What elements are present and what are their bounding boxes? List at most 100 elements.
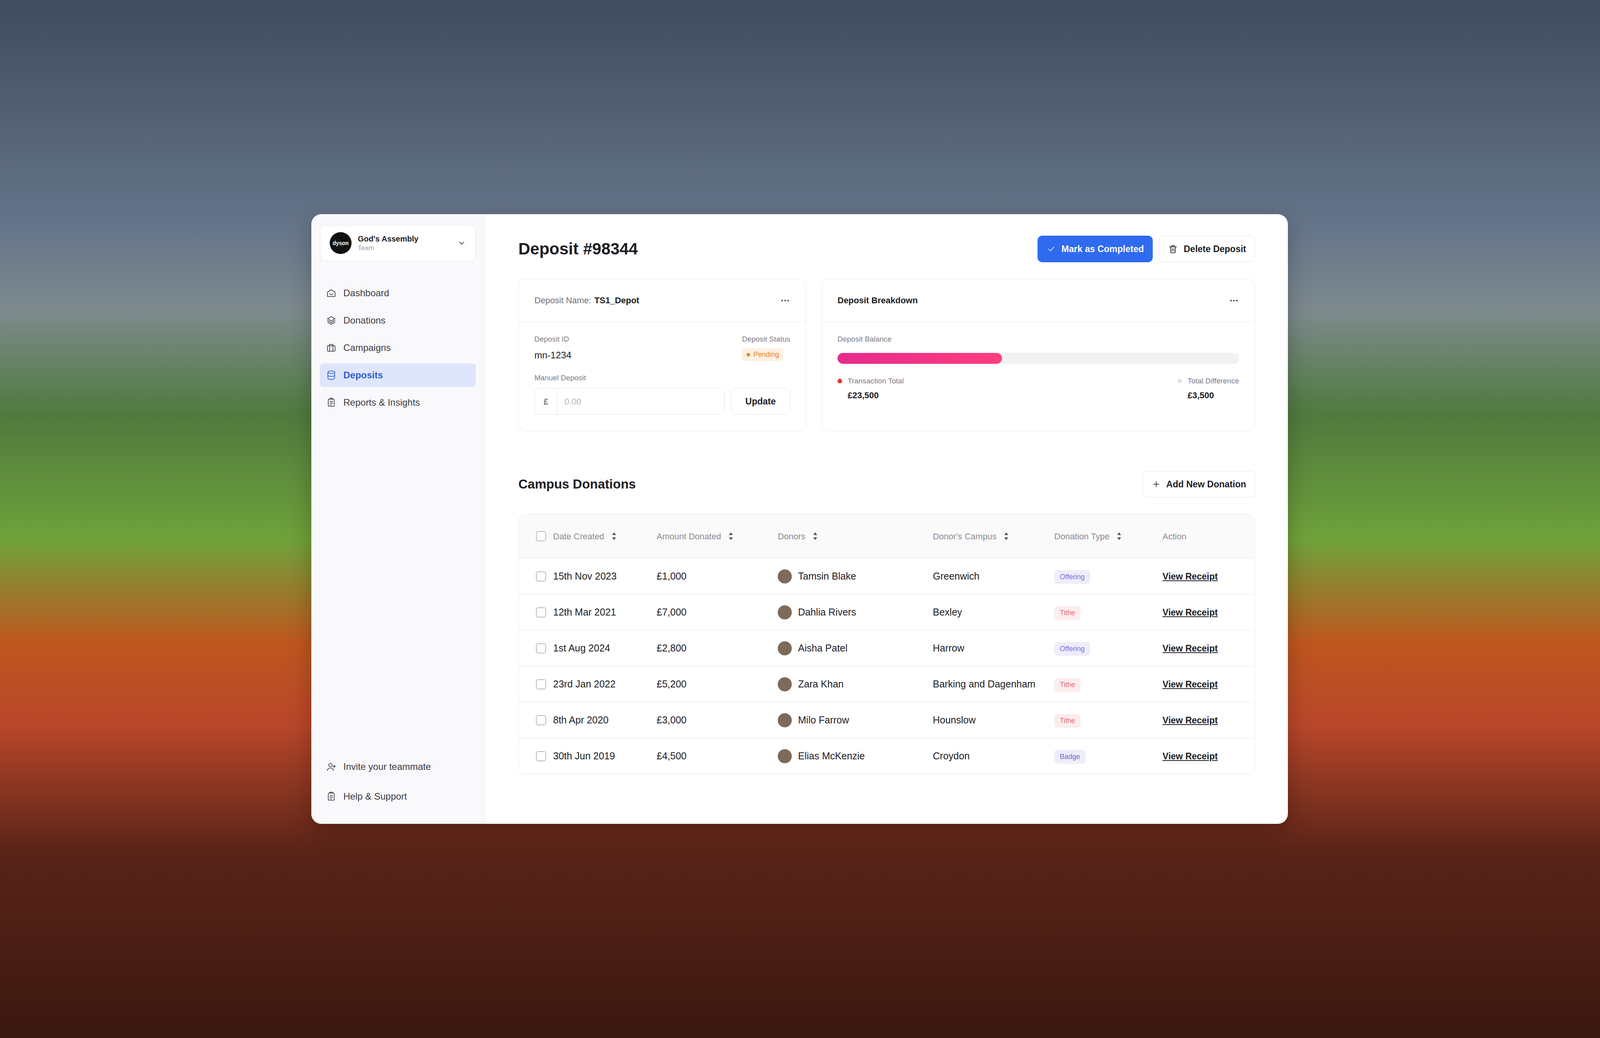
- amount-input[interactable]: [557, 388, 725, 415]
- update-button[interactable]: Update: [730, 387, 791, 415]
- balance-bar: [837, 352, 1240, 364]
- view-receipt-link[interactable]: View Receipt: [1162, 750, 1218, 761]
- background-photo: dysonGod's AssemblyTeam Dashboard Donation…: [0, 0, 1600, 1038]
- column-header[interactable]: Donor's Campus: [932, 529, 1055, 543]
- column-header[interactable]: Amount Donated: [656, 529, 778, 543]
- table-row[interactable]: 12th Mar 2021£7,000Dahlia RiversBexleyTi…: [518, 593, 1255, 630]
- deposit-info-row: Deposit ID mn-1234 Deposit StatusPending: [534, 333, 791, 363]
- sort-icon[interactable]: [1003, 531, 1009, 541]
- type-badge: Tithe: [1054, 605, 1081, 620]
- sort-icon[interactable]: [1116, 531, 1122, 541]
- table-row[interactable]: 23rd Jan 2022£5,200Zara KhanBarking and …: [518, 665, 1255, 702]
- deposit-id-value: mn-1234: [534, 348, 572, 363]
- table-row[interactable]: 15th Nov 2023£1,000Tamsin BlakeGreenwich…: [518, 557, 1255, 594]
- breakdown-card-body: Deposit BalanceTransaction Total£23,500T…: [821, 321, 1255, 414]
- layers-icon: [326, 315, 337, 326]
- action-cell: View Receipt: [1162, 568, 1255, 584]
- view-receipt-link[interactable]: View Receipt: [1162, 678, 1218, 690]
- team-switcher[interactable]: dysonGod's AssemblyTeam: [319, 225, 476, 261]
- table-row[interactable]: 1st Aug 2024£2,800Aisha PatelHarrowOffer…: [518, 629, 1255, 666]
- column-header: Action: [1162, 529, 1255, 543]
- date-cell: 15th Nov 2023: [535, 568, 657, 584]
- sort-icon[interactable]: [812, 531, 818, 541]
- sidebar-item[interactable]: Reports & Insights: [319, 390, 476, 415]
- legend-value: £23,500: [837, 388, 904, 402]
- donor-cell: Tamsin Blake: [777, 568, 933, 584]
- legend-label: Total Difference: [1187, 375, 1240, 387]
- database-icon: [326, 369, 337, 381]
- sidebar-footer-item[interactable]: Invite your teammate: [319, 754, 476, 779]
- donor-avatar: [777, 641, 792, 656]
- deposit-card: Deposit Name:TS1_DepotDeposit IDmn-1234D…: [518, 278, 807, 431]
- sidebar-item[interactable]: Dashboard: [319, 281, 476, 305]
- sidebar-item[interactable]: Donations: [319, 308, 476, 333]
- breakdown-card: Deposit BreakdownDeposit BalanceTransact…: [821, 278, 1256, 431]
- main-content: Deposit #98344Mark as CompletedDelete De…: [484, 214, 1288, 824]
- donor-avatar: [777, 748, 792, 763]
- sort-icon[interactable]: [728, 531, 734, 541]
- legend-item: Transaction Total£23,500: [837, 375, 904, 402]
- date-cell: 8th Apr 2020: [535, 712, 657, 728]
- type-cell: Badge: [1054, 748, 1163, 764]
- column-label: Amount Donated: [656, 529, 722, 543]
- row-checkbox[interactable]: [535, 678, 547, 690]
- row-checkbox[interactable]: [535, 607, 547, 618]
- sidebar-item[interactable]: Campaigns: [319, 335, 476, 360]
- table-row[interactable]: 30th Jun 2019£4,500Elias McKenzieCroydon…: [518, 737, 1255, 774]
- type-badge: Tithe: [1054, 713, 1081, 728]
- currency-prefix: £: [534, 388, 558, 415]
- sidebar-label: Dashboard: [343, 285, 390, 300]
- row-checkbox[interactable]: [535, 714, 547, 725]
- more-icon[interactable]: [1228, 295, 1240, 306]
- column-header[interactable]: Date Created: [535, 529, 657, 543]
- type-badge: Offering: [1054, 641, 1091, 656]
- column-header[interactable]: Donation Type: [1054, 529, 1163, 543]
- campus-cell: Bexley: [932, 604, 1055, 620]
- donor-name: Zara Khan: [798, 676, 844, 692]
- sidebar-item[interactable]: Deposits: [319, 363, 476, 387]
- button-label: Delete Deposit: [1183, 242, 1247, 256]
- date-text: 30th Jun 2019: [553, 748, 615, 764]
- action-cell: View Receipt: [1162, 676, 1255, 692]
- more-icon[interactable]: [780, 295, 791, 306]
- view-receipt-link[interactable]: View Receipt: [1162, 607, 1218, 618]
- view-receipt-link[interactable]: View Receipt: [1162, 714, 1218, 725]
- donations-header: Campus DonationsAdd New Donation: [518, 470, 1256, 498]
- mark-completed-button[interactable]: Mark as Completed: [1037, 235, 1153, 263]
- donor-cell: Zara Khan: [777, 676, 933, 692]
- sidebar-footer-item[interactable]: Help & Support: [319, 784, 476, 808]
- donor-name: Elias McKenzie: [798, 748, 865, 764]
- row-checkbox[interactable]: [535, 750, 547, 761]
- deposit-id-label: Deposit ID: [534, 333, 572, 345]
- type-badge: Tithe: [1054, 677, 1081, 692]
- table-header-row: Date Created Amount Donated DonorsDonor's …: [518, 514, 1255, 558]
- balance-bar-fill: [837, 352, 1002, 364]
- amount-field: £: [534, 387, 725, 415]
- column-label: Date Created: [553, 529, 605, 543]
- amount-cell: £7,000: [656, 604, 778, 620]
- select-all-checkbox[interactable]: [535, 530, 547, 542]
- view-receipt-link[interactable]: View Receipt: [1162, 642, 1218, 654]
- row-checkbox[interactable]: [535, 571, 547, 582]
- plus-icon: [1151, 479, 1161, 489]
- team-role: Team: [357, 243, 452, 252]
- table-row[interactable]: 8th Apr 2020£3,000Milo FarrowHounslowTit…: [518, 701, 1255, 738]
- legend-label-row: Total Difference: [1177, 375, 1240, 387]
- type-cell: Offering: [1054, 640, 1163, 656]
- action-cell: View Receipt: [1162, 604, 1255, 620]
- deposit-status-label: Deposit Status: [741, 333, 791, 345]
- row-checkbox[interactable]: [535, 642, 547, 654]
- sidebar-label: Donations: [343, 313, 386, 328]
- delete-deposit-button[interactable]: Delete Deposit: [1158, 235, 1256, 263]
- amount-cell: £2,800: [656, 640, 778, 656]
- deposit-status: Deposit StatusPending: [741, 333, 791, 363]
- sort-icon[interactable]: [611, 531, 617, 541]
- briefcase-icon: [326, 342, 337, 353]
- view-receipt-link[interactable]: View Receipt: [1162, 571, 1218, 582]
- add-donation-button[interactable]: Add New Donation: [1142, 470, 1256, 498]
- deposit-card-body: Deposit IDmn-1234Deposit StatusPendingMa…: [518, 321, 806, 427]
- column-header[interactable]: Donors: [777, 529, 933, 543]
- date-cell: 30th Jun 2019: [535, 748, 657, 764]
- deposit-name: Deposit Name:TS1_Depot: [534, 293, 640, 307]
- legend-label: Transaction Total: [847, 375, 904, 387]
